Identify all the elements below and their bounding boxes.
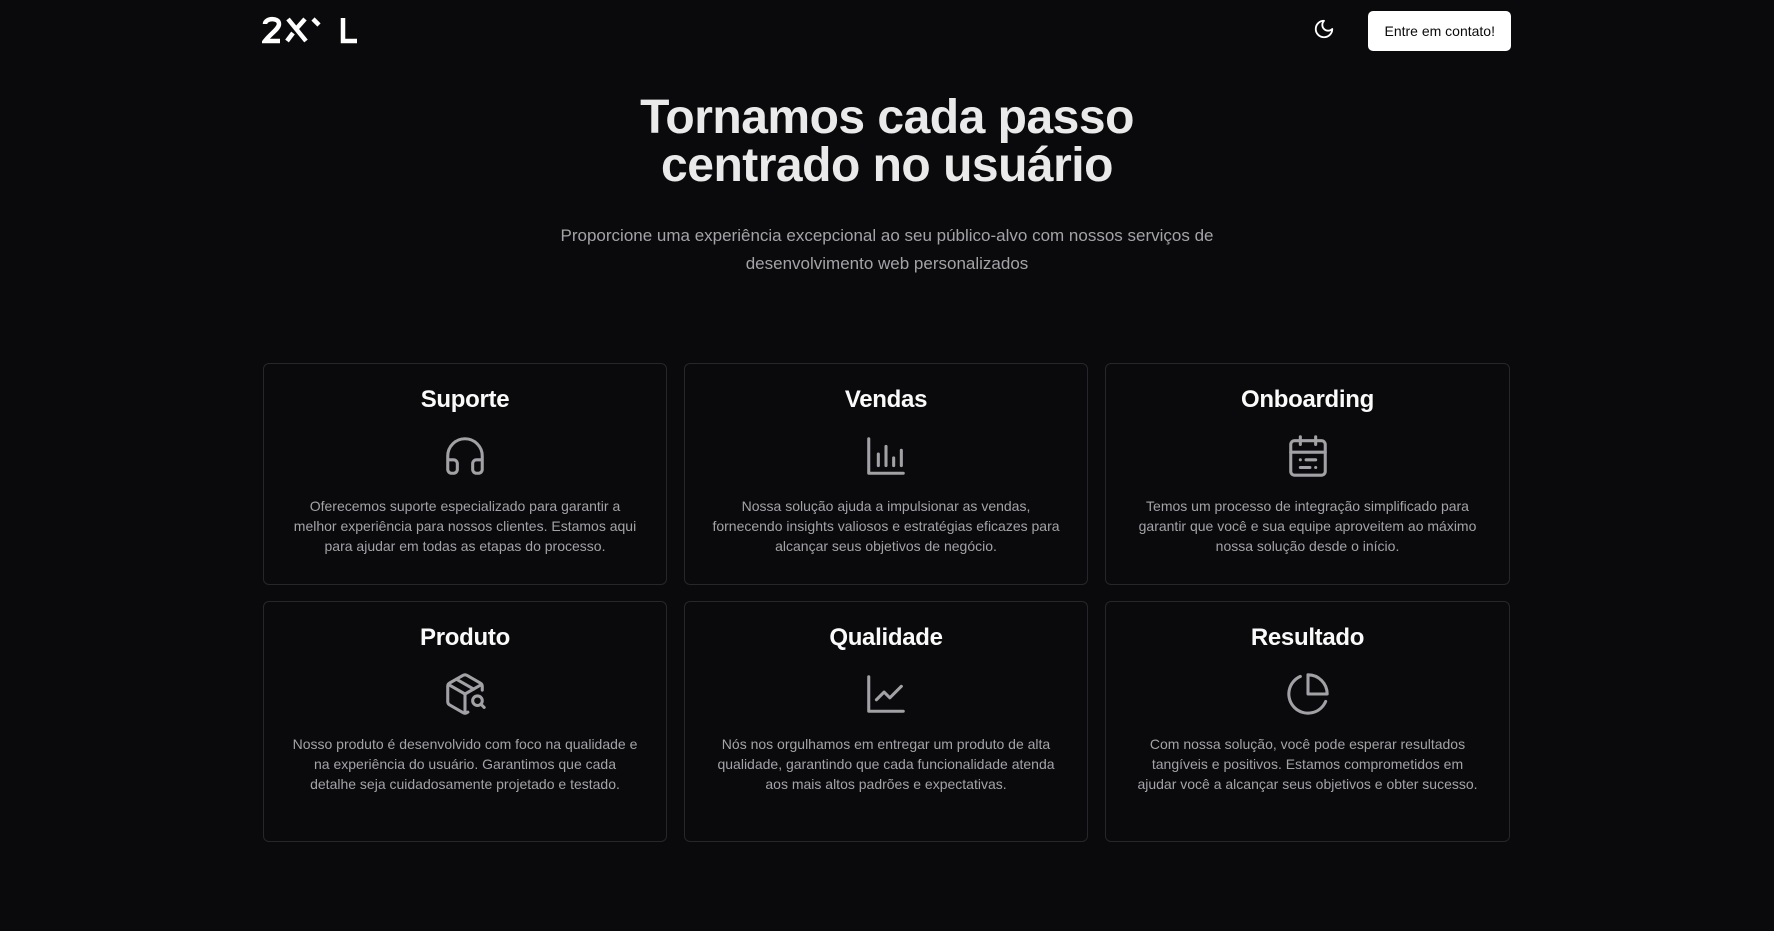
feature-card-suporte: Suporte Oferecemos suporte especializado…	[263, 363, 667, 585]
header-actions: Entre em contato!	[1304, 11, 1511, 51]
feature-card-produto: Produto Nosso produto é desenvolvido com…	[263, 601, 667, 842]
logo-icon	[262, 14, 358, 48]
feature-title: Qualidade	[829, 624, 943, 651]
logo[interactable]	[262, 10, 358, 52]
moon-icon	[1313, 18, 1335, 45]
calendar-icon	[1284, 432, 1332, 480]
theme-toggle-button[interactable]	[1304, 11, 1344, 51]
headphones-icon	[441, 432, 489, 480]
feature-card-onboarding: Onboarding Temos um processo de integraç…	[1105, 363, 1510, 585]
feature-title: Resultado	[1250, 624, 1365, 651]
feature-card-vendas: Vendas Nossa solução ajuda a impulsionar…	[684, 363, 1088, 585]
contact-button[interactable]: Entre em contato!	[1368, 11, 1511, 51]
feature-description: Nós nos orgulhamos em entregar um produt…	[717, 736, 1055, 792]
features-grid: Suporte Oferecemos suporte especializado…	[263, 363, 1512, 842]
feature-card-resultado: Resultado Com nossa solução, você pode e…	[1105, 601, 1510, 842]
pie-chart-icon	[1284, 670, 1332, 718]
line-chart-icon	[862, 670, 910, 718]
feature-title: Onboarding	[1241, 386, 1374, 413]
feature-description: Nosso produto é desenvolvido com foco na…	[292, 736, 638, 792]
feature-description: Nossa solução ajuda a impulsionar as ven…	[712, 498, 1060, 554]
feature-description: Oferecemos suporte especializado para ga…	[293, 498, 637, 554]
feature-title: Suporte	[420, 386, 510, 413]
feature-title: Vendas	[844, 386, 928, 413]
hero-section: Tornamos cada passo centrado no usuário …	[0, 94, 1774, 278]
feature-description: Com nossa solução, você pode esperar res…	[1137, 736, 1478, 792]
feature-title: Produto	[420, 624, 510, 651]
site-header: Entre em contato!	[262, 10, 1511, 52]
feature-card-qualidade: Qualidade Nós nos orgulhamos em entregar…	[684, 601, 1088, 842]
hero-title: Tornamos cada passo centrado no usuário	[640, 91, 1134, 192]
feature-description: Temos um processo de integração simplifi…	[1138, 498, 1477, 554]
package-search-icon	[441, 670, 489, 718]
hero-subtitle: Proporcione uma experiência excepcional …	[560, 226, 1214, 273]
bar-chart-icon	[862, 432, 910, 480]
